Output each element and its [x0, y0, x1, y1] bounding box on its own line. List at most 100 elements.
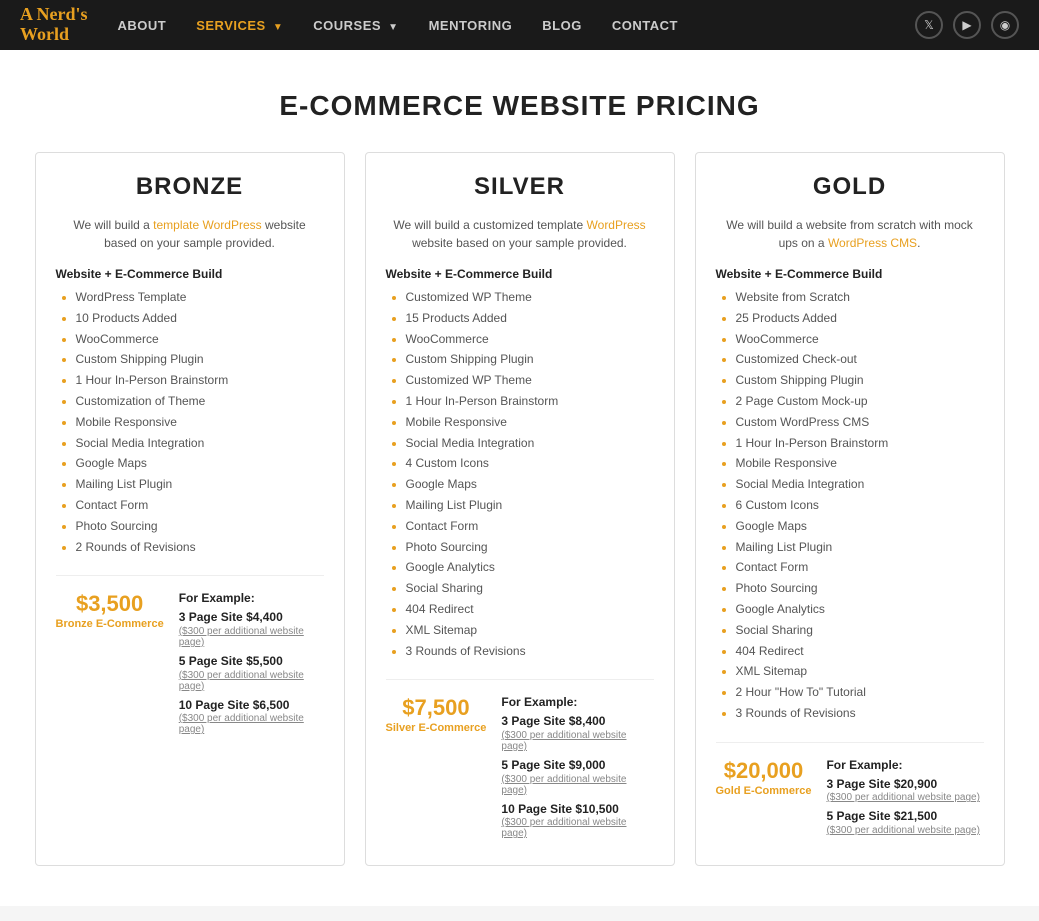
plan-title-1: SILVER	[386, 173, 654, 201]
social-icons: 𝕏 ▶ ◉	[915, 11, 1019, 39]
list-item: Customization of Theme	[76, 393, 324, 410]
page-title: E-COMMERCE WEBSITE PRICING	[0, 50, 1039, 152]
list-item: Social Sharing	[406, 580, 654, 597]
plan-card-silver: SILVERWe will build a customized templat…	[365, 152, 675, 866]
price-amount-2: $20,000	[716, 758, 812, 784]
price-examples-1: For Example:3 Page Site $8,400($300 per …	[501, 695, 653, 845]
list-item: 404 Redirect	[406, 601, 654, 618]
list-item: Social Media Integration	[76, 435, 324, 452]
nav-courses[interactable]: COURSES ▼	[313, 18, 398, 33]
list-item: Mobile Responsive	[736, 455, 984, 472]
nav-links: ABOUT SERVICES ▼ COURSES ▼ MENTORING BLO…	[118, 18, 916, 33]
list-item: 3 Rounds of Revisions	[736, 705, 984, 722]
list-item: 1 Hour In-Person Brainstorm	[76, 372, 324, 389]
list-item: XML Sitemap	[406, 622, 654, 639]
twitter-icon[interactable]: 𝕏	[915, 11, 943, 39]
example-label-1: For Example:	[501, 695, 653, 709]
list-item: Custom Shipping Plugin	[736, 372, 984, 389]
list-item: Google Analytics	[406, 559, 654, 576]
site-logo[interactable]: A Nerd'sWorld	[20, 5, 88, 45]
list-item: Mailing List Plugin	[76, 476, 324, 493]
price-label-2: Gold E-Commerce	[716, 784, 812, 798]
price-main-2: $20,000Gold E-Commerce	[716, 758, 812, 798]
example-row: 3 Page Site $20,900	[826, 777, 983, 793]
logo-text: A Nerd'sWorld	[20, 4, 88, 44]
pricing-footer-1: $7,500Silver E-Commerce For Example: 3 Pag…	[386, 679, 654, 845]
list-item: Mailing List Plugin	[736, 539, 984, 556]
list-item: 3 Rounds of Revisions	[406, 643, 654, 660]
example-sub: ($300 per additional website page)	[179, 713, 324, 735]
list-item: 2 Hour "How To" Tutorial	[736, 684, 984, 701]
example-row: 5 Page Site $9,000	[501, 758, 653, 774]
example-sub: ($300 per additional website page)	[501, 730, 653, 752]
nav-contact[interactable]: CONTACT	[612, 18, 678, 33]
plan-title-0: BRONZE	[56, 173, 324, 201]
list-item: 4 Custom Icons	[406, 455, 654, 472]
list-item: Google Maps	[76, 455, 324, 472]
section-heading-2: Website + E-Commerce Build	[716, 267, 984, 281]
example-row: 5 Page Site $5,500	[179, 654, 324, 670]
list-item: 10 Products Added	[76, 310, 324, 327]
list-item: Google Analytics	[736, 601, 984, 618]
plan-desc-0: We will build a template WordPress websi…	[56, 216, 324, 252]
example-label-2: For Example:	[826, 758, 983, 772]
youtube-icon[interactable]: ▶	[953, 11, 981, 39]
list-item: WooCommerce	[76, 331, 324, 348]
price-label-1: Silver E-Commerce	[386, 721, 487, 735]
courses-arrow: ▼	[388, 22, 398, 33]
list-item: 6 Custom Icons	[736, 497, 984, 514]
list-item: Contact Form	[736, 559, 984, 576]
example-sub: ($300 per additional website page)	[179, 670, 324, 692]
list-item: Mobile Responsive	[406, 414, 654, 431]
price-amount-0: $3,500	[56, 591, 164, 617]
list-item: Website from Scratch	[736, 289, 984, 306]
list-item: Social Media Integration	[736, 476, 984, 493]
price-main-1: $7,500Silver E-Commerce	[386, 695, 487, 735]
list-item: Custom Shipping Plugin	[406, 351, 654, 368]
price-examples-0: For Example:3 Page Site $4,400($300 per …	[179, 591, 324, 741]
feature-list-1: Customized WP Theme 15 Products Added WooC…	[386, 289, 654, 659]
list-item: Photo Sourcing	[76, 518, 324, 535]
list-item: WooCommerce	[406, 331, 654, 348]
example-row: 10 Page Site $10,500	[501, 802, 653, 818]
list-item: Social Sharing	[736, 622, 984, 639]
nav-services[interactable]: SERVICES ▼	[196, 18, 283, 33]
list-item: Google Maps	[406, 476, 654, 493]
plan-desc-2: We will build a website from scratch wit…	[716, 216, 984, 252]
plan-card-gold: GOLDWe will build a website from scratch…	[695, 152, 1005, 866]
list-item: WordPress Template	[76, 289, 324, 306]
example-sub: ($300 per additional website page)	[501, 817, 653, 839]
example-sub: ($300 per additional website page)	[826, 792, 983, 803]
instagram-icon[interactable]: ◉	[991, 11, 1019, 39]
example-sub: ($300 per additional website page)	[826, 825, 983, 836]
example-row: 5 Page Site $21,500	[826, 809, 983, 825]
navbar: A Nerd'sWorld ABOUT SERVICES ▼ COURSES ▼…	[0, 0, 1039, 50]
nav-mentoring[interactable]: MENTORING	[429, 18, 513, 33]
list-item: Mobile Responsive	[76, 414, 324, 431]
services-arrow: ▼	[273, 22, 283, 33]
example-row: 3 Page Site $8,400	[501, 714, 653, 730]
list-item: Social Media Integration	[406, 435, 654, 452]
list-item: Contact Form	[406, 518, 654, 535]
price-examples-2: For Example:3 Page Site $20,900($300 per…	[826, 758, 983, 842]
list-item: 2 Rounds of Revisions	[76, 539, 324, 556]
list-item: Customized WP Theme	[406, 372, 654, 389]
list-item: Customized Check-out	[736, 351, 984, 368]
nav-blog[interactable]: BLOG	[542, 18, 582, 33]
price-amount-1: $7,500	[386, 695, 487, 721]
pricing-grid: BRONZE We will build a template WordPress…	[0, 152, 1039, 906]
list-item: Mailing List Plugin	[406, 497, 654, 514]
list-item: 404 Redirect	[736, 643, 984, 660]
example-sub: ($300 per additional website page)	[179, 626, 324, 648]
list-item: 1 Hour In-Person Brainstorm	[736, 435, 984, 452]
price-label-0: Bronze E-Commerce	[56, 617, 164, 631]
pricing-footer-2: $20,000Gold E-Commerce For Example: 3 Page…	[716, 742, 984, 842]
nav-about[interactable]: ABOUT	[118, 18, 167, 33]
example-row: 10 Page Site $6,500	[179, 698, 324, 714]
list-item: Custom Shipping Plugin	[76, 351, 324, 368]
example-sub: ($300 per additional website page)	[501, 774, 653, 796]
section-heading-1: Website + E-Commerce Build	[386, 267, 654, 281]
list-item: 15 Products Added	[406, 310, 654, 327]
feature-list-2: Website from Scratch25 Products AddedWoo…	[716, 289, 984, 722]
pricing-footer-0: $3,500Bronze E-Commerce For Example:3 Pag…	[56, 575, 324, 741]
